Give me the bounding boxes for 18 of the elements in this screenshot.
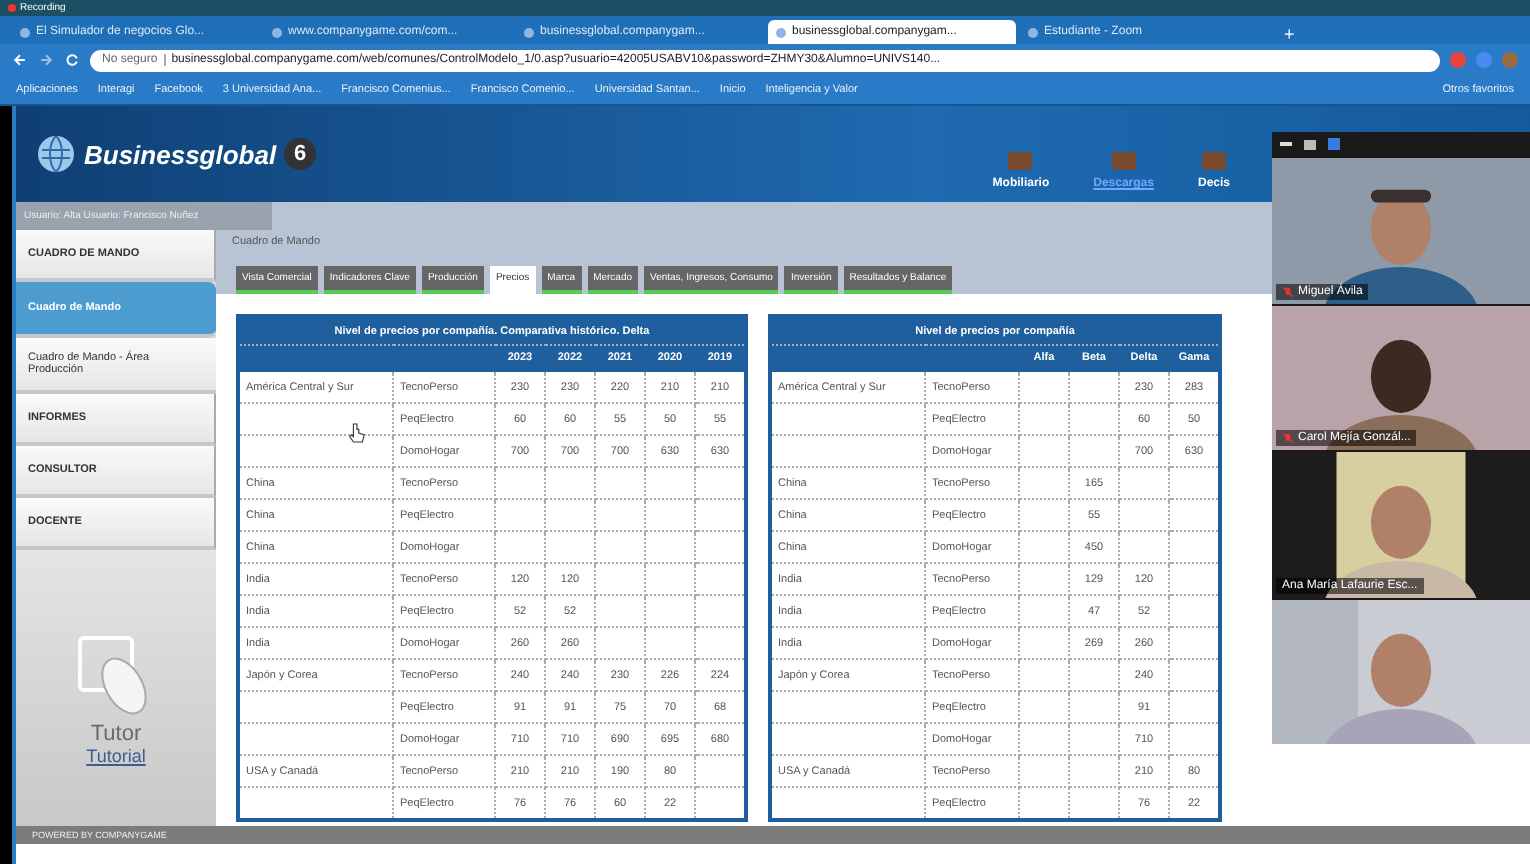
nav-icon[interactable] xyxy=(1004,148,1037,172)
minimize-icon[interactable] xyxy=(1280,142,1292,146)
nav-icon[interactable] xyxy=(1197,148,1230,172)
grid-icon[interactable] xyxy=(1328,138,1340,150)
pointer-icon xyxy=(348,422,366,444)
logo-text: Businessglobal xyxy=(84,139,277,169)
reload-icon[interactable] xyxy=(64,52,80,68)
forward-icon[interactable] xyxy=(38,52,54,68)
new-tab-button[interactable]: + xyxy=(1272,24,1307,44)
view-icon[interactable] xyxy=(1304,139,1316,149)
recording-icon xyxy=(8,4,16,12)
nav-icon[interactable] xyxy=(1107,148,1140,172)
back-icon[interactable] xyxy=(12,52,28,68)
edition-badge: 6 xyxy=(284,138,317,170)
tutorial-link[interactable]: Tutorial xyxy=(86,746,146,766)
profile-avatar[interactable] xyxy=(1502,52,1518,68)
globe-icon xyxy=(36,134,76,174)
tutor-title: Tutor xyxy=(90,722,142,746)
